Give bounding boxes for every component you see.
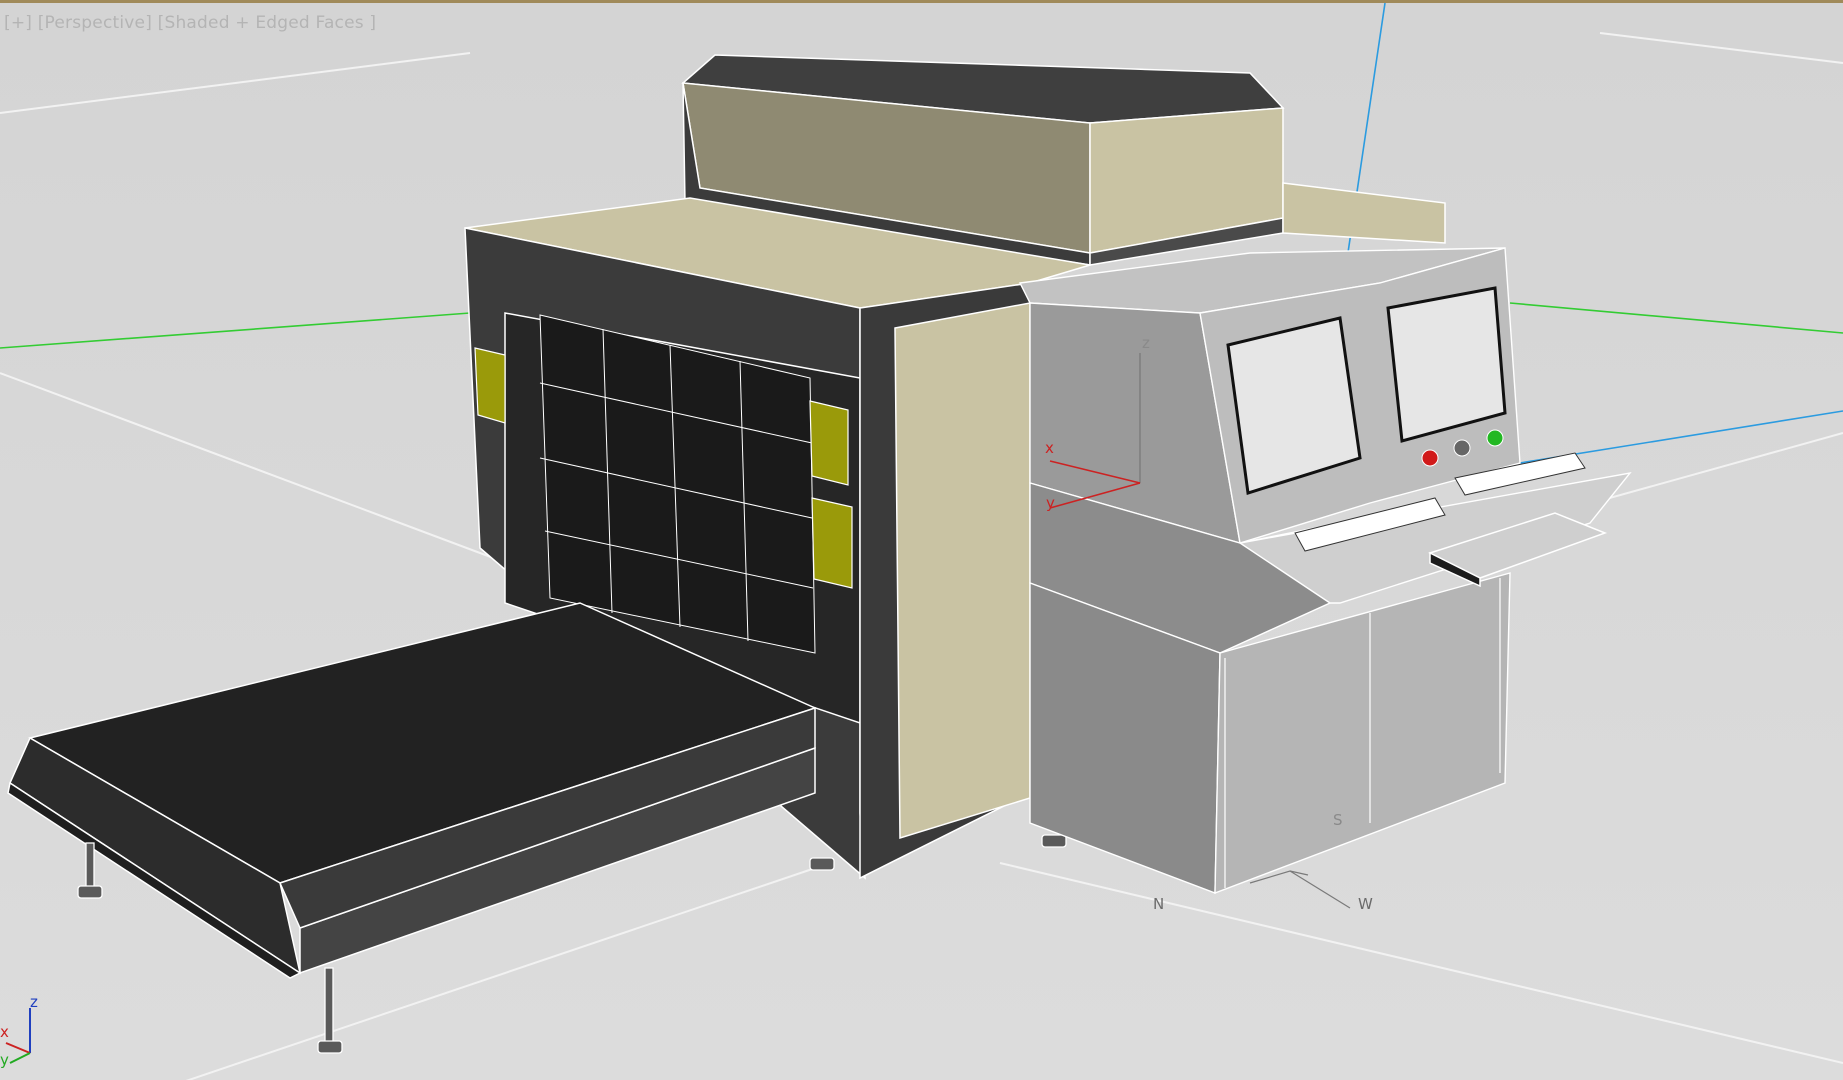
gizmo-y-label: y	[1046, 494, 1055, 512]
corner-y-label: y	[0, 1051, 9, 1069]
gray-button	[1453, 439, 1471, 457]
corner-z-label: z	[30, 993, 38, 1011]
perspective-viewport[interactable]: [+] [Perspective] [Shaded + Edged Faces …	[0, 0, 1843, 1080]
view-axis-tripod: z x y	[0, 993, 38, 1069]
rear-box-edge	[1282, 182, 1446, 244]
compass-s: S	[1333, 811, 1343, 829]
compass-n: N	[1153, 895, 1164, 913]
compass-w: W	[1358, 895, 1373, 913]
red-button	[1421, 449, 1439, 467]
right-monitor	[1386, 286, 1507, 443]
compass-e: E	[1143, 811, 1152, 829]
conveyor-belt	[7, 602, 818, 979]
green-button	[1486, 429, 1504, 447]
gizmo-x-label: x	[1045, 439, 1054, 457]
scene-3d[interactable]: z x y N E S W z x y	[0, 3, 1843, 1080]
corner-x-label: x	[0, 1023, 9, 1041]
gizmo-z-label: z	[1142, 334, 1150, 352]
